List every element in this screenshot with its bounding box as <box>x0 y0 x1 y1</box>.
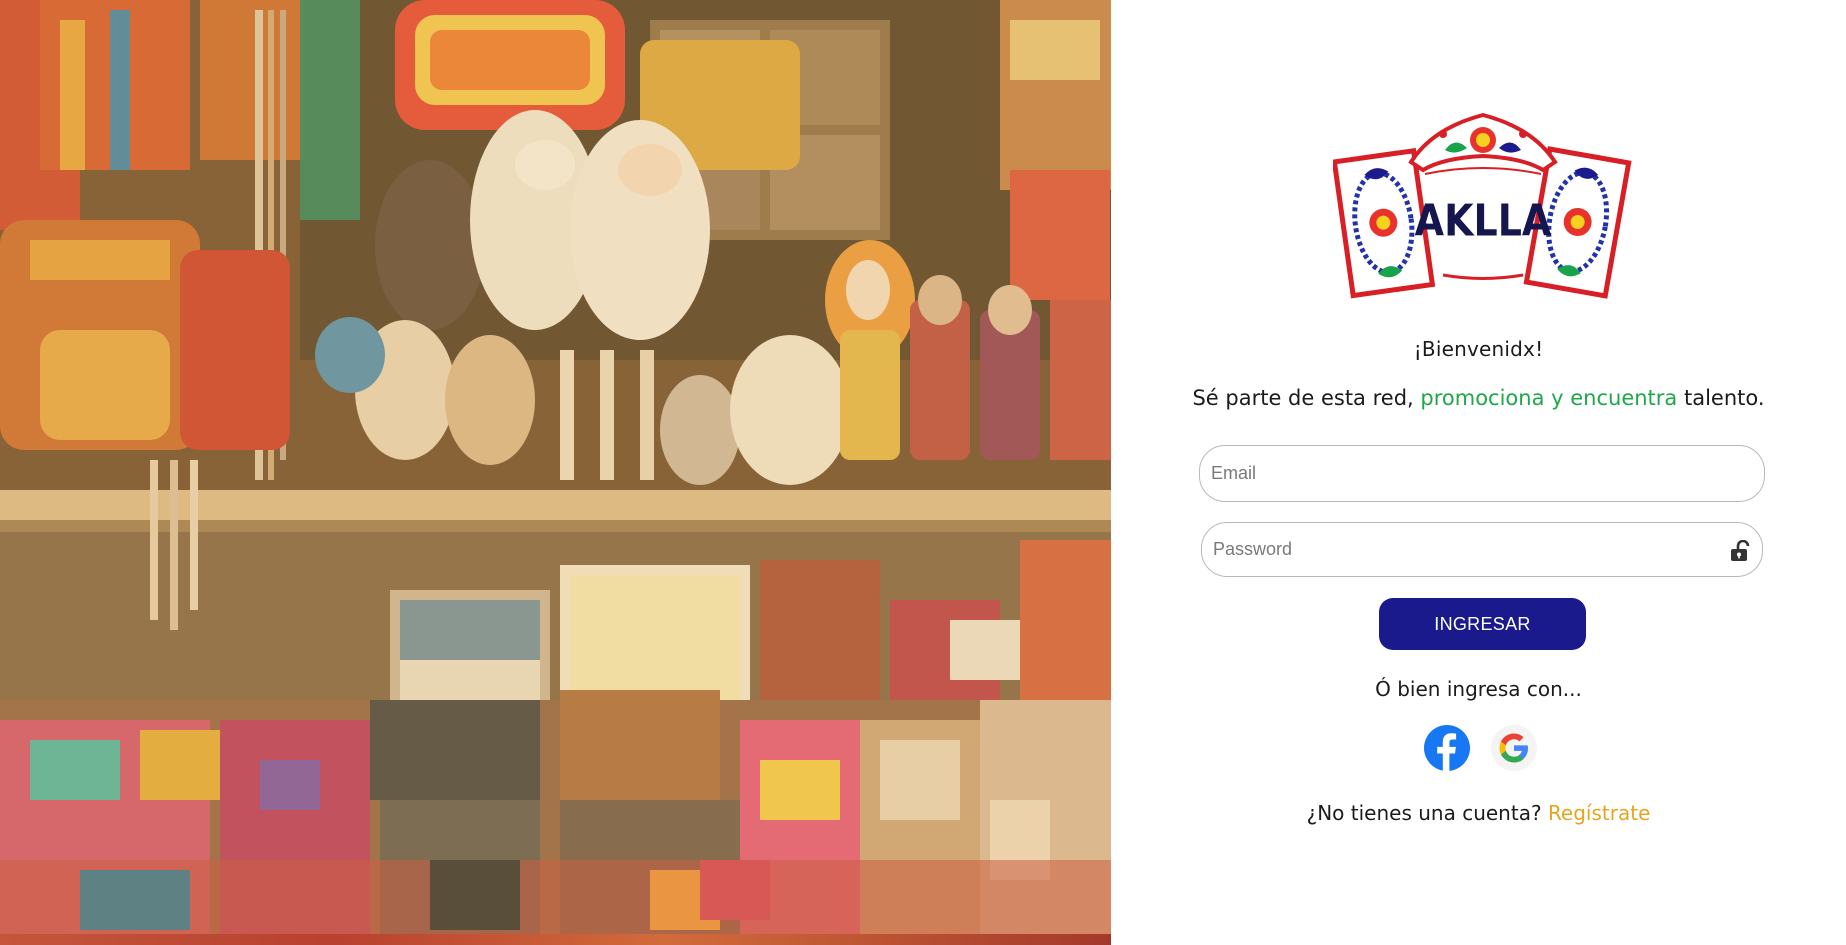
password-input[interactable] <box>1202 523 1762 576</box>
market-photo <box>0 0 1111 945</box>
signup-prompt: ¿No tienes una cuenta? Regístrate <box>1111 801 1846 825</box>
login-panel: AKLLA ¡Bienvenidx! Sé parte de esta red,… <box>1111 0 1846 945</box>
facebook-icon[interactable] <box>1424 725 1470 771</box>
unlock-icon[interactable] <box>1730 540 1750 562</box>
login-button[interactable]: INGRESAR <box>1379 598 1586 650</box>
tagline: Sé parte de esta red, promociona y encue… <box>1111 386 1846 410</box>
email-input[interactable] <box>1200 446 1764 501</box>
alt-login-text: Ó bien ingresa con... <box>1375 677 1582 701</box>
tagline-prefix: Sé parte de esta red, <box>1192 386 1414 410</box>
logo-wordmark: AKLLA <box>1415 195 1552 246</box>
signup-link[interactable]: Regístrate <box>1548 801 1650 825</box>
photo-bottom-strip <box>0 934 1111 945</box>
google-icon[interactable] <box>1491 725 1537 771</box>
password-field-container <box>1201 522 1763 577</box>
tagline-accent: promociona y encuentra <box>1420 386 1678 410</box>
welcome-heading: ¡Bienvenidx! <box>1413 337 1544 361</box>
email-field-container <box>1199 445 1765 502</box>
login-page: AKLLA ¡Bienvenidx! Sé parte de esta red,… <box>0 0 1846 945</box>
aklla-logo: AKLLA <box>1333 112 1632 299</box>
signup-question: ¿No tienes una cuenta? <box>1306 801 1542 825</box>
tagline-suffix: talento. <box>1683 386 1765 410</box>
